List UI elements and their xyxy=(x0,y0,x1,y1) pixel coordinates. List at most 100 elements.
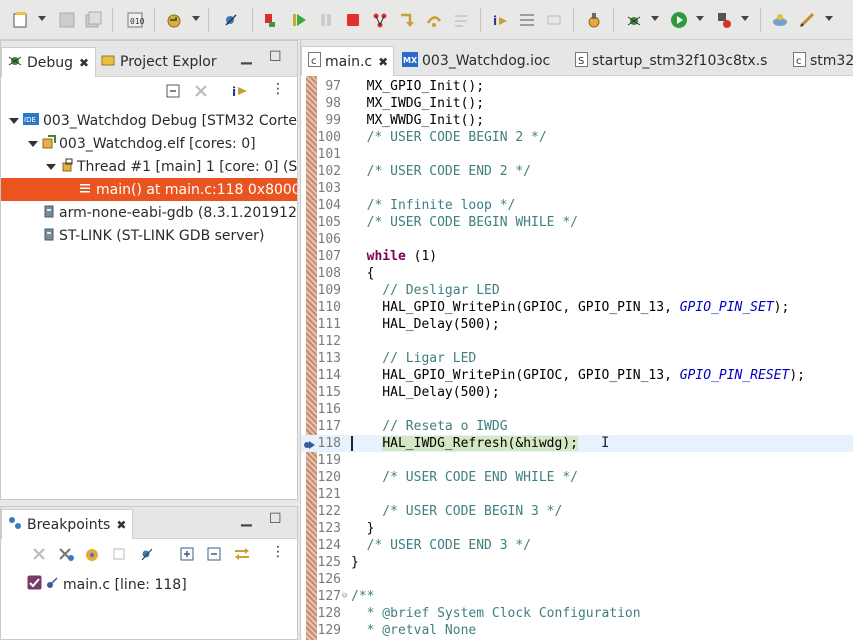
collapse-all-icon[interactable] xyxy=(165,83,181,103)
terminate-icon[interactable] xyxy=(342,9,364,31)
code-line[interactable]: 109 // Desligar LED xyxy=(301,282,853,299)
maximize-icon[interactable]: ☐ xyxy=(269,511,282,527)
code-line[interactable]: 114 HAL_GPIO_WritePin(GPIOC, GPIO_PIN_13… xyxy=(301,367,853,384)
close-icon[interactable]: ✖ xyxy=(116,518,126,532)
view-menu-icon[interactable]: ⋮ xyxy=(271,544,285,560)
code-line[interactable]: 126 xyxy=(301,571,853,588)
code-area[interactable]: 97 MX_GPIO_Init(); 98 MX_IWDG_Init(); 99 M… xyxy=(301,76,853,640)
editor-tab-startup[interactable]: S startup_stm32f103c8tx.s xyxy=(569,46,773,76)
expand-icon[interactable] xyxy=(46,163,56,170)
run-dropdown-icon[interactable] xyxy=(696,16,704,21)
restart-icon[interactable] xyxy=(543,9,565,31)
code-line[interactable]: 97 MX_GPIO_Init(); xyxy=(301,78,853,95)
run-icon[interactable] xyxy=(668,9,690,31)
code-line[interactable]: 105 /* USER CODE BEGIN WHILE */ xyxy=(301,214,853,231)
resume-with-icon[interactable] xyxy=(260,9,282,31)
maximize-icon[interactable]: ☐ xyxy=(269,49,282,65)
code-line[interactable]: 128 * @brief System Clock Configuration xyxy=(301,605,853,622)
close-icon[interactable]: ✖ xyxy=(378,55,388,69)
suspend-icon[interactable] xyxy=(315,9,337,31)
code-line[interactable]: 129 * @retval None xyxy=(301,622,853,639)
edit-dropdown-icon[interactable] xyxy=(825,16,833,21)
breakpoint-item[interactable]: main.c [line: 118] xyxy=(1,573,297,596)
tree-row-thread[interactable]: Thread #1 [main] 1 [core: 0] (Susp xyxy=(1,155,297,178)
minimize-icon[interactable]: ▁ xyxy=(241,511,252,527)
code-line[interactable]: 102 /* USER CODE END 2 */ xyxy=(301,163,853,180)
code-line[interactable]: 123 } xyxy=(301,520,853,537)
debug-config-icon[interactable] xyxy=(163,9,185,31)
collapse-all-icon[interactable] xyxy=(206,546,222,566)
code-line[interactable]: 108 { xyxy=(301,265,853,282)
editor-tab-stm32[interactable]: c stm32 xyxy=(787,46,853,76)
instruction-step-icon[interactable]: i xyxy=(489,9,511,31)
code-line[interactable]: 101 xyxy=(301,146,853,163)
code-line[interactable]: 120 /* USER CODE END WHILE */ xyxy=(301,469,853,486)
code-line[interactable]: 104 /* Infinite loop */ xyxy=(301,197,853,214)
show-breakpoints-supported-icon[interactable] xyxy=(83,546,101,566)
tree-row-stlink[interactable]: ST-LINK (ST-LINK GDB server) xyxy=(1,224,297,247)
code-line[interactable]: 103 xyxy=(301,180,853,197)
code-line[interactable]: 107 while (1) xyxy=(301,248,853,265)
code-line[interactable]: 121 xyxy=(301,486,853,503)
tab-debug[interactable]: Debug ✖ xyxy=(1,47,97,77)
code-line[interactable]: 112 xyxy=(301,333,853,350)
code-line[interactable]: 127 ⊖ /** xyxy=(301,588,853,605)
external-tools-icon[interactable] xyxy=(583,9,605,31)
tree-row-launch[interactable]: IDE 003_Watchdog Debug [STM32 Cortex-M xyxy=(1,109,297,132)
checkbox-checked-icon[interactable] xyxy=(27,575,42,594)
code-line[interactable]: 118 HAL_IWDG_Refresh(&hiwdg); I xyxy=(301,435,853,452)
code-line[interactable]: 117 // Reseta o IWDG xyxy=(301,418,853,435)
new-dropdown-icon[interactable] xyxy=(38,16,46,21)
minimize-icon[interactable]: ▁ xyxy=(241,49,252,65)
save-icon[interactable] xyxy=(56,9,78,31)
step-into-icon[interactable] xyxy=(396,9,418,31)
code-line[interactable]: 122 /* USER CODE BEGIN 3 */ xyxy=(301,503,853,520)
code-line[interactable]: 110 HAL_GPIO_WritePin(GPIOC, GPIO_PIN_13… xyxy=(301,299,853,316)
expand-icon[interactable] xyxy=(28,140,38,147)
tree-row-elf[interactable]: 003_Watchdog.elf [cores: 0] xyxy=(1,132,297,155)
resume-icon[interactable] xyxy=(288,9,310,31)
code-line[interactable]: 116 xyxy=(301,401,853,418)
debug-config-dropdown-icon[interactable] xyxy=(192,16,200,21)
disconnect-icon[interactable] xyxy=(369,9,391,31)
tab-breakpoints[interactable]: Breakpoints ✖ xyxy=(1,509,134,539)
new-file-icon[interactable] xyxy=(10,9,32,31)
debug-icon[interactable] xyxy=(623,9,645,31)
code-line[interactable]: 125} xyxy=(301,554,853,571)
tab-project-explorer[interactable]: Project Explor xyxy=(95,47,223,77)
code-line[interactable]: 106 xyxy=(301,231,853,248)
skip-breakpoints-icon[interactable] xyxy=(220,9,242,31)
editor-tab-ioc[interactable]: MX 003_Watchdog.ioc xyxy=(396,46,556,76)
code-line[interactable]: 99 MX_WWDG_Init(); xyxy=(301,112,853,129)
code-line[interactable]: 111 HAL_Delay(500); xyxy=(301,316,853,333)
fold-toggle-icon[interactable]: ⊖ xyxy=(342,588,347,605)
close-icon[interactable]: ✖ xyxy=(79,56,89,70)
view-menu-icon[interactable]: ⋮ xyxy=(271,81,285,97)
debug-dropdown-icon[interactable] xyxy=(651,16,659,21)
editor-tab-main-c[interactable]: c main.c ✖ xyxy=(301,46,394,76)
tree-row-stackframe[interactable]: main() at main.c:118 0x80001a xyxy=(1,178,297,201)
go-to-file-icon[interactable] xyxy=(111,546,127,566)
open-perspective-icon[interactable] xyxy=(769,9,791,31)
expand-all-icon[interactable] xyxy=(179,546,195,566)
code-line[interactable]: 98 MX_IWDG_Init(); xyxy=(301,95,853,112)
code-line[interactable]: 113 // Ligar LED xyxy=(301,350,853,367)
code-line[interactable]: 115 HAL_Delay(500); xyxy=(301,384,853,401)
remove-breakpoint-icon[interactable] xyxy=(31,546,47,566)
expand-icon[interactable] xyxy=(9,117,19,124)
code-line[interactable]: 124 /* USER CODE END 3 */ xyxy=(301,537,853,554)
code-line[interactable]: 119 xyxy=(301,452,853,469)
remove-all-breakpoints-icon[interactable] xyxy=(57,546,75,566)
step-over-icon[interactable] xyxy=(423,9,445,31)
run-config-dropdown-icon[interactable] xyxy=(741,16,749,21)
save-all-icon[interactable] xyxy=(82,9,104,31)
use-step-filters-icon[interactable] xyxy=(516,9,538,31)
tree-row-gdb[interactable]: arm-none-eabi-gdb (8.3.1.20191211 xyxy=(1,201,297,224)
instruction-stepping-icon[interactable]: i xyxy=(231,83,249,103)
remove-terminated-icon[interactable] xyxy=(193,83,209,103)
binary-icon[interactable]: 010 xyxy=(124,9,146,31)
link-with-debug-view-icon[interactable] xyxy=(233,546,251,566)
edit-icon[interactable] xyxy=(796,9,818,31)
skip-all-breakpoints-icon[interactable] xyxy=(139,546,155,566)
step-return-icon[interactable] xyxy=(450,9,472,31)
